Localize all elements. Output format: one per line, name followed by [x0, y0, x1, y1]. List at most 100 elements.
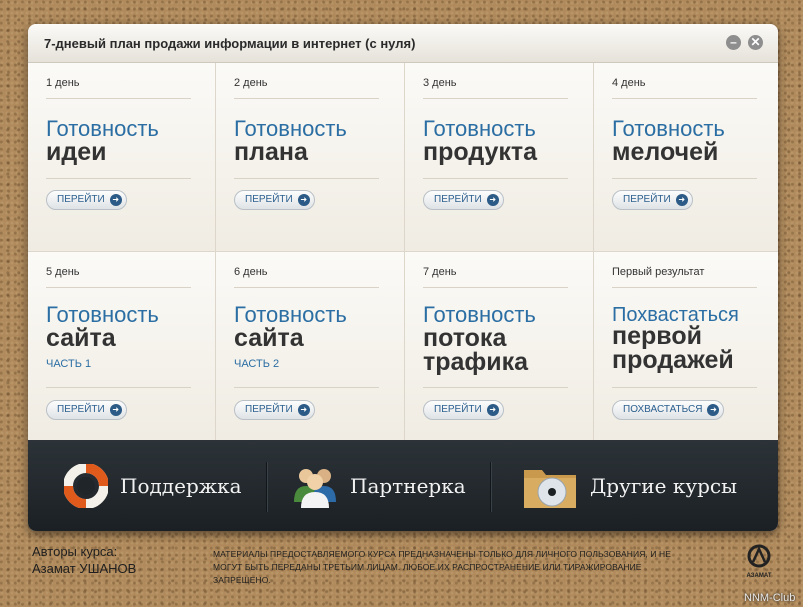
author-logo: АЗАМАТ [744, 544, 774, 579]
card-subtitle: Готовность [234, 302, 347, 327]
card-subtitle: Готовность [46, 302, 159, 327]
day-card-2: 2 день Готовность плана ПЕРЕЙТИ ➜ [216, 63, 405, 252]
day-label: 1 день [46, 77, 80, 89]
divider [612, 98, 757, 99]
day-grid: 1 день Готовность идеи ПЕРЕЙТИ ➜ 2 день Г… [28, 63, 778, 440]
authors-block: Авторы курса: Азамат УШАНОВ [32, 543, 136, 577]
day-label: 5 день [46, 266, 80, 278]
divider [46, 98, 191, 99]
day-label: 7 день [423, 266, 457, 278]
card-title: сайта [234, 324, 304, 352]
support-label: Поддержка [120, 473, 242, 498]
divider [612, 287, 757, 288]
window-title: 7-дневый план продажи информации в интер… [44, 36, 416, 51]
card-title: первой [612, 322, 702, 350]
day-card-4: 4 день Готовность мелочей ПЕРЕЙТИ ➜ [594, 63, 778, 252]
users-icon [294, 468, 336, 508]
go-button[interactable]: ПЕРЕЙТИ ➜ [423, 400, 504, 420]
arrow-right-icon: ➜ [486, 194, 499, 206]
go-button-label: ПЕРЕЙТИ [245, 194, 293, 205]
other-courses-label: Другие курсы [590, 473, 738, 498]
card-title-line2: продажей [612, 346, 734, 374]
arrow-right-icon: ➜ [675, 194, 688, 206]
folder-disc-icon [524, 469, 576, 508]
card-title: сайта [46, 324, 116, 352]
arrow-right-icon: ➜ [297, 194, 310, 206]
day-label: 2 день [234, 77, 268, 89]
card-subtitle: Готовность [612, 116, 725, 141]
day-label: 4 день [612, 77, 646, 89]
copyright-notice: Материалы предоставляемого курса предназ… [213, 549, 672, 585]
arrow-right-icon: ➜ [297, 404, 310, 416]
boast-button[interactable]: ПОХВАСТАТЬСЯ ➜ [612, 400, 725, 420]
day-card-7: 7 день Готовность потока трафика ПЕРЕЙТИ… [405, 252, 594, 440]
divider [46, 287, 191, 288]
card-subtitle: Готовность [46, 116, 159, 141]
divider [423, 98, 568, 99]
divider [234, 98, 379, 99]
go-button-label: ПЕРЕЙТИ [434, 194, 482, 205]
partner-label: Партнерка [350, 473, 466, 498]
go-button-label: ПЕРЕЙТИ [57, 194, 105, 205]
bottom-bar: Поддержка Партнерка Другие курсы [28, 440, 778, 531]
arrow-right-icon: ➜ [486, 404, 499, 416]
card-title: идеи [46, 138, 107, 166]
day-card-3: 3 день Готовность продукта ПЕРЕЙТИ ➜ [405, 63, 594, 252]
close-button[interactable]: ✕ [748, 35, 763, 50]
go-button[interactable]: ПЕРЕЙТИ ➜ [234, 190, 315, 210]
arrow-right-icon: ➜ [707, 404, 720, 416]
card-subtitle: Готовность [423, 302, 536, 327]
divider [46, 387, 191, 388]
title-bar: 7-дневый план продажи информации в интер… [28, 24, 778, 63]
go-button[interactable]: ПЕРЕЙТИ ➜ [234, 400, 315, 420]
card-title: продукта [423, 138, 538, 166]
divider [423, 287, 568, 288]
separator [266, 462, 268, 512]
logo-text: АЗАМАТ [746, 573, 772, 579]
go-button[interactable]: ПЕРЕЙТИ ➜ [423, 190, 504, 210]
day-label: Первый результат [612, 266, 705, 278]
minimize-button[interactable]: – [726, 35, 741, 50]
main-window: 7-дневый план продажи информации в интер… [28, 24, 778, 531]
author-logo-icon [747, 544, 771, 568]
day-label: 3 день [423, 77, 457, 89]
other-courses-link[interactable]: Другие курсы [522, 440, 737, 531]
divider [234, 387, 379, 388]
separator [490, 462, 492, 512]
go-button[interactable]: ПЕРЕЙТИ ➜ [46, 190, 127, 210]
divider [423, 387, 568, 388]
part-label: ЧАСТЬ 1 [46, 358, 92, 370]
card-subtitle: Готовность [234, 116, 347, 141]
author-name: Азамат УШАНОВ [32, 561, 137, 576]
support-link[interactable]: Поддержка [64, 440, 242, 531]
lifebuoy-icon [64, 463, 108, 508]
arrow-right-icon: ➜ [109, 404, 122, 416]
go-button-label: ПЕРЕЙТИ [245, 404, 293, 415]
divider [46, 178, 191, 179]
go-button-label: ПЕРЕЙТИ [623, 194, 671, 205]
day-card-1: 1 день Готовность идеи ПЕРЕЙТИ ➜ [28, 63, 216, 252]
card-title: плана [234, 138, 308, 166]
day-card-6: 6 день Готовность сайта ЧАСТЬ 2 ПЕРЕЙТИ ➜ [216, 252, 405, 440]
go-button[interactable]: ПЕРЕЙТИ ➜ [612, 190, 693, 210]
divider [234, 178, 379, 179]
divider [423, 178, 568, 179]
divider [234, 287, 379, 288]
part-label: ЧАСТЬ 2 [234, 358, 280, 370]
divider [612, 387, 757, 388]
partner-link[interactable]: Партнерка [292, 440, 466, 531]
go-button-label: ПЕРЕЙТИ [57, 404, 105, 415]
day-card-5: 5 день Готовность сайта ЧАСТЬ 1 ПЕРЕЙТИ ➜ [28, 252, 216, 440]
result-card: Первый результат Похвастаться первой про… [594, 252, 778, 440]
authors-label: Авторы курса: [32, 544, 118, 559]
watermark: NNM-Club [744, 592, 796, 604]
card-subtitle: Готовность [423, 116, 536, 141]
boast-button-label: ПОХВАСТАТЬСЯ [623, 404, 703, 415]
card-title-line2: трафика [423, 348, 529, 376]
arrow-right-icon: ➜ [109, 194, 122, 206]
card-title: мелочей [612, 138, 719, 166]
go-button[interactable]: ПЕРЕЙТИ ➜ [46, 400, 127, 420]
day-label: 6 день [234, 266, 268, 278]
go-button-label: ПЕРЕЙТИ [434, 404, 482, 415]
card-title: потока [423, 324, 507, 352]
